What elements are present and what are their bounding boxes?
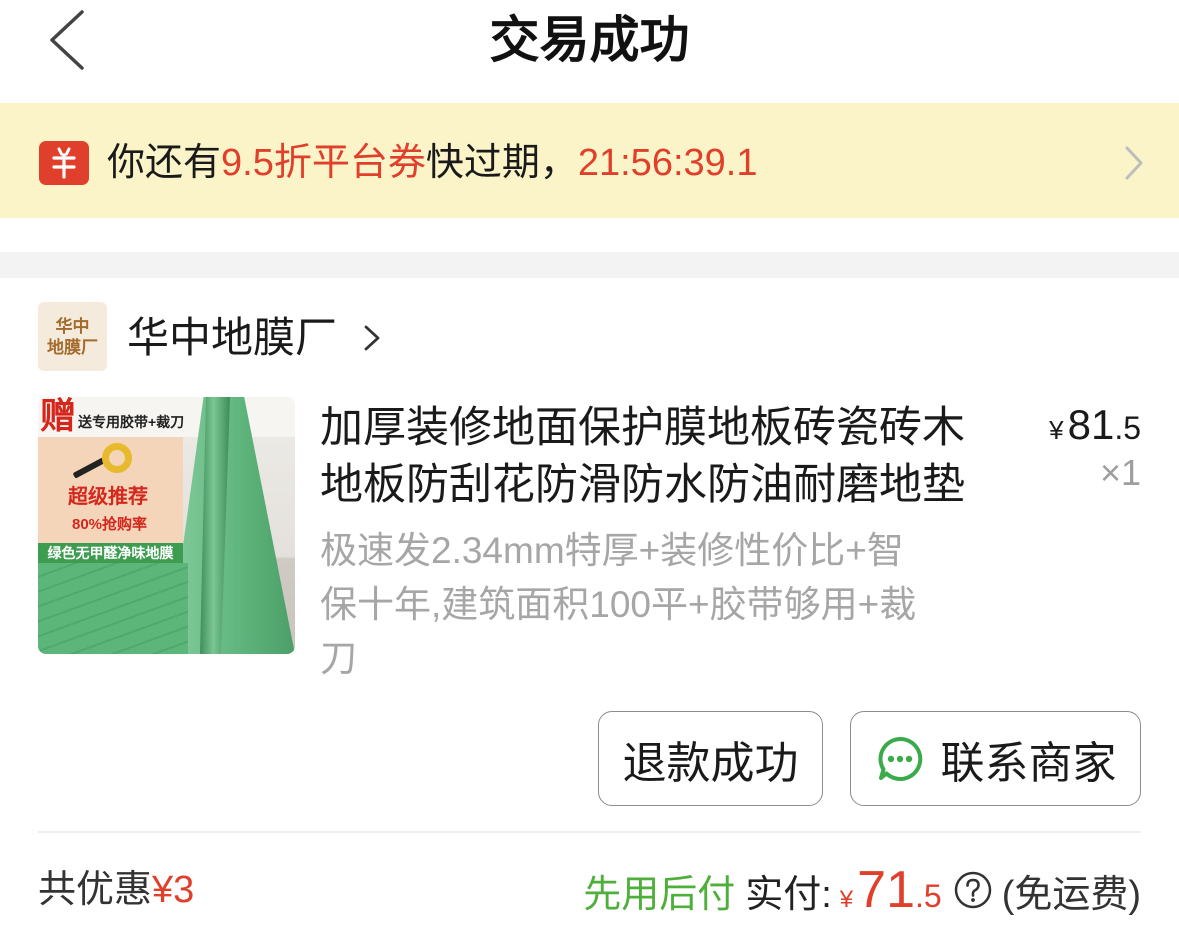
coupon-expiry-banner[interactable]: 你还有9.5折平台券快过期，21:56:39.1	[0, 103, 1179, 218]
store-name[interactable]: 华中地膜厂	[127, 315, 337, 361]
banner-suffix: 快过期，	[425, 142, 578, 184]
sku-line: 保十年,建筑面积100平+胶带够用+裁	[320, 584, 917, 625]
spacer	[0, 218, 1179, 252]
store-logo-line1: 华中	[55, 316, 90, 336]
page-title: 交易成功	[489, 12, 690, 68]
paid-amount: ¥71.5	[840, 860, 942, 920]
price-decimal: .5	[1114, 410, 1141, 446]
countdown-timer: 21:56:39.1	[577, 142, 758, 184]
product-title-line: 加厚装修地面保护膜地板砖瓷砖木	[320, 404, 965, 452]
banner-message: 你还有9.5折平台券快过期，21:56:39.1	[107, 140, 757, 186]
discount-label: 共优惠	[38, 869, 153, 911]
product-image[interactable]: 赠 送专用胶带+裁刀 超级推荐 80%抢购率 绿色无甲醛净味地膜	[38, 397, 295, 654]
gift-text: 送专用胶带+裁刀	[78, 414, 185, 430]
promo-title: 超级推荐	[68, 486, 148, 508]
payment-summary: 先用后付 实付: ¥71.5 (免运费)	[583, 860, 1141, 920]
film-texture	[38, 563, 188, 654]
product-title[interactable]: 加厚装修地面保护膜地板砖瓷砖木 地板防刮花防滑防水防油耐磨地垫	[320, 400, 965, 514]
sku-line: 刀	[320, 638, 357, 679]
price-integer: 81	[1067, 401, 1115, 448]
discount-summary: 共优惠¥3	[38, 866, 194, 914]
store-header[interactable]: 华中 地膜厂 华中地膜厂	[0, 292, 1179, 382]
coupon-icon	[39, 141, 89, 185]
chevron-right-icon	[364, 325, 380, 351]
gift-badge: 赠	[40, 397, 77, 436]
discount-amount: ¥3	[152, 869, 195, 911]
store-logo: 华中 地膜厂	[38, 302, 107, 371]
sku-line: 极速发2.34mm特厚+装修性价比+智	[320, 530, 904, 571]
promo-rate: 80%抢购率	[72, 516, 148, 533]
tape-roll-icon	[102, 443, 132, 473]
divider	[38, 831, 1141, 833]
paid-currency: ¥	[839, 886, 854, 913]
paid-label: 实付:	[745, 873, 832, 916]
chevron-right-icon	[1125, 146, 1143, 180]
refund-status-button[interactable]: 退款成功	[598, 711, 823, 806]
contact-seller-button[interactable]: 联系商家	[850, 711, 1141, 806]
banner-prefix: 你还有	[107, 142, 222, 184]
refund-label: 退款成功	[622, 738, 799, 788]
paid-decimal: .5	[915, 878, 942, 914]
shipping-note: (免运费)	[1001, 873, 1141, 916]
paid-integer: 71	[857, 861, 915, 919]
product-quantity: ×1	[1099, 452, 1141, 493]
price-currency: ¥	[1049, 415, 1064, 445]
coupon-highlight: 9.5折平台券	[221, 142, 426, 184]
question-circle-icon[interactable]	[954, 871, 992, 909]
chat-bubble-icon	[878, 736, 922, 781]
product-sku: 极速发2.34mm特厚+装修性价比+智 保十年,建筑面积100平+胶带够用+裁 …	[320, 524, 916, 686]
image-green-band: 绿色无甲醛净味地膜	[38, 543, 183, 563]
pay-later-label[interactable]: 先用后付	[583, 863, 735, 918]
product-title-line: 地板防刮花防滑防水防油耐磨地垫	[320, 461, 965, 509]
product-price: ¥81.5	[1049, 402, 1141, 458]
contact-label: 联系商家	[940, 738, 1117, 788]
store-logo-line2: 地膜厂	[47, 337, 98, 357]
section-divider	[0, 252, 1179, 278]
